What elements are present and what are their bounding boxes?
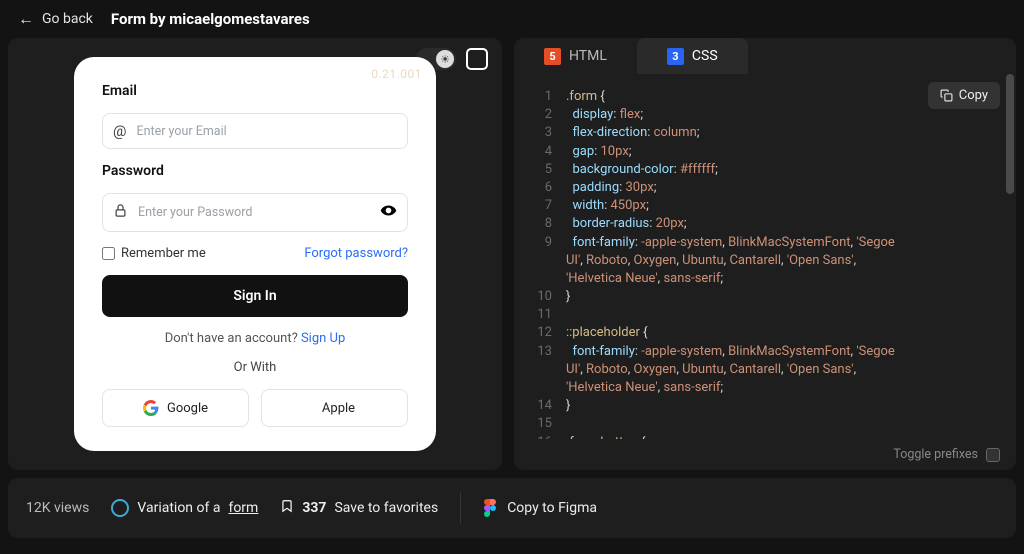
email-input-wrap[interactable]: @: [102, 113, 408, 149]
toggle-prefixes-label: Toggle prefixes: [893, 447, 978, 462]
figma-icon: [483, 499, 497, 517]
email-label: Email: [102, 83, 408, 99]
apple-label: Apple: [322, 401, 355, 416]
variation-link[interactable]: form: [228, 500, 258, 516]
remember-label: Remember me: [121, 246, 206, 261]
forgot-password-link[interactable]: Forgot password?: [304, 246, 408, 261]
remember-checkbox[interactable]: Remember me: [102, 246, 206, 261]
google-icon: [143, 400, 159, 416]
email-input[interactable]: [136, 124, 397, 139]
tab-html[interactable]: 5 HTML: [514, 38, 637, 74]
toggle-prefixes-checkbox[interactable]: [986, 448, 1000, 462]
tab-css-label: CSS: [692, 48, 718, 64]
bookmark-icon: [280, 498, 294, 518]
apple-button[interactable]: Apple: [261, 389, 408, 427]
go-back-label: Go back: [42, 11, 93, 27]
password-input-wrap[interactable]: [102, 193, 408, 232]
eye-icon[interactable]: [380, 202, 397, 223]
arrow-left-icon: ←: [18, 9, 34, 29]
bottom-bar: 12K views Variation of a form 337 Save t…: [8, 478, 1016, 538]
code-editor[interactable]: 1.form {2 display: flex;3 flex-direction…: [514, 74, 1016, 439]
signup-link[interactable]: Sign Up: [301, 331, 345, 346]
form-card: 0.21.001 Email @ Password Remember me: [74, 57, 436, 451]
signin-button[interactable]: Sign In: [102, 275, 408, 317]
lock-icon: [113, 203, 128, 222]
tab-css[interactable]: 3 CSS: [637, 38, 748, 74]
password-input[interactable]: [138, 205, 370, 220]
selection-toggle[interactable]: [466, 48, 488, 70]
or-with-label: Or With: [102, 360, 408, 375]
remember-input[interactable]: [102, 247, 115, 260]
fav-label: Save to favorites: [334, 500, 438, 516]
tab-html-label: HTML: [569, 48, 607, 64]
google-label: Google: [167, 401, 208, 416]
page-title: Form by micaelgomestavares: [111, 10, 310, 28]
views-count: 12K views: [26, 500, 89, 516]
password-label: Password: [102, 163, 408, 179]
html-icon: 5: [544, 48, 561, 65]
copy-to-figma[interactable]: Copy to Figma: [483, 499, 597, 517]
css-icon: 3: [667, 48, 684, 65]
signup-prompt: Don't have an account? Sign Up: [102, 331, 408, 346]
variation-icon: [111, 499, 129, 517]
code-panel: 5 HTML 3 CSS Copy 1.form {2 display: fle…: [514, 38, 1016, 470]
figma-label: Copy to Figma: [507, 500, 597, 516]
scrollbar-vertical[interactable]: [1006, 74, 1014, 194]
watermark: 0.21.001: [371, 67, 422, 81]
variation-of: Variation of a form: [111, 499, 258, 517]
at-icon: @: [113, 122, 126, 140]
google-button[interactable]: Google: [102, 389, 249, 427]
go-back-button[interactable]: ← Go back: [18, 9, 93, 29]
preview-panel: ☀ 0.21.001 Email @ Password: [8, 38, 502, 470]
divider: [460, 492, 461, 524]
save-to-favorites[interactable]: 337 Save to favorites: [280, 498, 438, 518]
fav-count: 337: [302, 500, 326, 516]
sun-icon: ☀: [440, 53, 450, 66]
